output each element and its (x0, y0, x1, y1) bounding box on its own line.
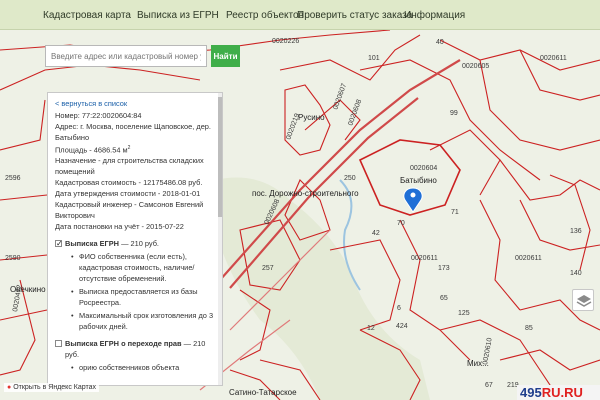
open-in-yandex-link[interactable]: ● Открыть в Яндекс Картах (4, 383, 100, 392)
egrn-extract-checkbox[interactable] (55, 238, 63, 249)
option-bullet: орию собственников объекта (65, 362, 214, 373)
object-area: Площадь - 4686.54 м2 (55, 145, 131, 155)
option-bullet: Выписка предоставляется из базы Росреест… (65, 286, 214, 308)
site-watermark: 495RU.RU (517, 385, 600, 400)
map-number-label: 125 (458, 310, 470, 317)
place-label: Мих... (467, 359, 489, 368)
rights-transfer-checkbox[interactable] (55, 340, 62, 348)
map-number-label: 67 (485, 382, 493, 389)
parcel-label: 0020611 (540, 55, 567, 62)
layers-icon (576, 295, 592, 307)
top-nav: Кадастровая карта Выписка из ЕГРН Реестр… (0, 0, 600, 30)
place-label: Батыбино (400, 176, 437, 185)
place-label: Овечкино (10, 285, 46, 294)
map-number-label: 140 (570, 270, 582, 277)
map-number-label: 250 (344, 175, 356, 182)
map-number-label: 6 (397, 305, 401, 312)
registration-date: Дата постановки на учёт - 2015-07-22 (55, 222, 184, 232)
nav-egrn-extract[interactable]: Выписка из ЕГРН (137, 10, 219, 21)
cadastral-engineer: Кадастровый инженер - Самсонов Евгений В… (55, 200, 204, 221)
parcel-label: 0020605 (462, 63, 489, 70)
map-number-label: 99 (450, 110, 458, 117)
place-label: Русино (298, 113, 325, 122)
map-number-label: 136 (570, 228, 582, 235)
object-purpose: Назначение - для строительства складских… (55, 156, 204, 177)
value-approval-date: Дата утверждения стоимости - 2018-01-01 (55, 189, 201, 199)
map-number-label: 2596 (5, 175, 21, 182)
place-label: Сатино-Татарское (229, 388, 297, 397)
map-number-label: 12 (367, 325, 375, 332)
option-bullet: Максимальный срок изготовления до 3 рабо… (65, 310, 214, 332)
panel-scrollbar[interactable] (218, 93, 222, 385)
map-number-label: 40 (436, 39, 444, 46)
map-number-label: 173 (438, 265, 450, 272)
place-label: пос. Дорожно-строительного (252, 189, 359, 198)
map-number-label: 101 (368, 55, 380, 62)
map-number-label: 42 (372, 230, 380, 237)
object-address: Адрес: г. Москва, поселение Щаповское, д… (55, 122, 211, 142)
option-egrn-extract[interactable]: Выписка ЕГРН — 210 руб. ФИО собственника… (55, 238, 214, 332)
parcel-label: 0020611 (411, 255, 438, 262)
layers-button[interactable] (572, 289, 594, 311)
search-input[interactable] (45, 45, 207, 67)
map-number-label: 257 (262, 265, 274, 272)
cadastral-value: Кадастровая стоимость - 12175486.08 руб. (55, 178, 203, 188)
nav-cadastral-map[interactable]: Кадастровая карта (43, 10, 131, 21)
map-number-label: 71 (451, 209, 459, 216)
map-number-label: 70 (397, 220, 405, 227)
parcel-label: 0020226 (272, 38, 299, 45)
search-button[interactable]: Найти (211, 45, 240, 67)
cadastral-number: Номер: 77:22:0020604:84 (55, 111, 142, 120)
object-info-panel: < вернуться в список Номер: 77:22:002060… (47, 92, 223, 386)
option-bullet: ФИО собственника (если есть), кадастрова… (65, 251, 214, 284)
map-number-label: 65 (440, 295, 448, 302)
map-number-label: 424 (396, 323, 408, 330)
map-number-label: 85 (525, 325, 533, 332)
parcel-label: 0020604 (410, 165, 437, 172)
nav-information[interactable]: Информация (404, 10, 465, 21)
map-pin-icon: ● (7, 384, 12, 391)
map-number-label: 2590 (5, 255, 21, 262)
option-rights-transfer[interactable]: Выписка ЕГРН о переходе прав — 210 руб. … (55, 338, 214, 373)
parcel-label: 0020611 (515, 255, 542, 262)
nav-object-registry[interactable]: Реестр объектов (226, 10, 304, 21)
nav-order-status[interactable]: Проверить статус заказа (297, 10, 412, 21)
back-to-list-link[interactable]: < вернуться в список (55, 98, 214, 109)
